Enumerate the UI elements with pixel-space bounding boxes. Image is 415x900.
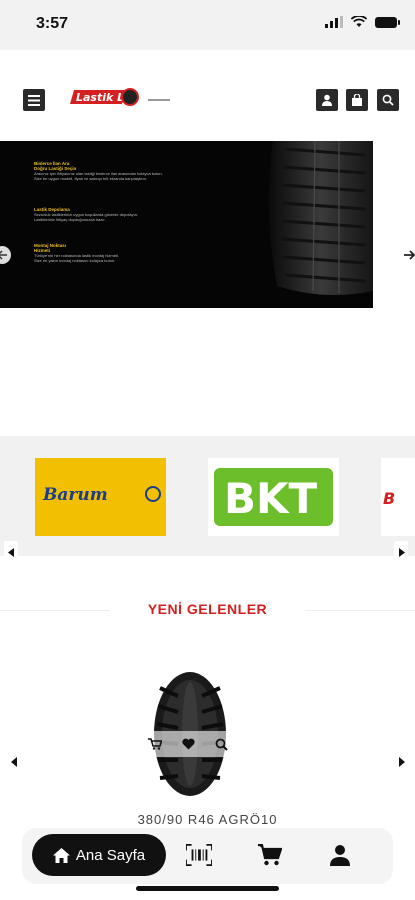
- arrow-left-icon: [0, 246, 11, 264]
- shopping-cart-icon: [258, 844, 282, 866]
- person-icon: [330, 845, 350, 866]
- brand-name: Barum: [42, 485, 108, 505]
- battery-icon: [375, 16, 400, 28]
- bkt-logo: BKT: [208, 458, 339, 536]
- bridgestone-logo: B: [381, 458, 415, 536]
- barcode-scanner-icon: [186, 844, 212, 866]
- slider-prev-arrow[interactable]: [0, 244, 12, 271]
- brand-bridgestone-card[interactable]: B: [381, 458, 415, 536]
- brand-name: B: [383, 489, 395, 508]
- caret-left-icon: [11, 757, 17, 767]
- section-title: YENİ GELENLER: [147, 601, 268, 617]
- clock: 3:57: [36, 15, 69, 32]
- cart-tab[interactable]: [257, 842, 283, 868]
- product-name[interactable]: 380/90 R46 AGRÖ10: [0, 812, 415, 827]
- home-tab[interactable]: Ana Sayfa: [32, 834, 166, 876]
- signal-icon: [325, 16, 343, 28]
- brand-carousel: Barum BKT B: [0, 436, 415, 563]
- caret-right-icon: [399, 757, 405, 767]
- wifi-icon: [351, 16, 367, 27]
- arrow-right-icon: [404, 250, 415, 260]
- slide-text: Lastikleriniz ihtiyaç duyduğunuzda hazır…: [34, 217, 106, 222]
- product-actions: [138, 731, 238, 757]
- status-bar: 3:57: [0, 0, 415, 50]
- caret-right-icon: [398, 547, 405, 557]
- barum-logo: Barum: [35, 458, 166, 536]
- brand-next-button[interactable]: [394, 541, 408, 563]
- product-prev-arrow[interactable]: [11, 756, 18, 770]
- slide-block-1: Binlerce İlan Ara Doğru Lastiği Seçin Ar…: [34, 161, 214, 181]
- caret-left-icon: [7, 547, 14, 557]
- slide-block-2: Lastik Depolama Sezonluk lastiklerinizi …: [34, 207, 224, 222]
- menu-button[interactable]: [23, 89, 45, 111]
- barcode-scan-tab[interactable]: [186, 842, 212, 868]
- bottom-navigation: Ana Sayfa: [22, 828, 393, 884]
- add-to-cart-icon[interactable]: [148, 738, 162, 750]
- slide-text: Size en yakın montaj noktasını kolayca b…: [34, 258, 116, 263]
- search-icon: [382, 94, 394, 106]
- account-button[interactable]: [316, 89, 338, 111]
- quick-view-search-icon[interactable]: [215, 738, 228, 751]
- slide-text: Size en uygun modeli, fiyatı ve satıcıyı…: [34, 176, 147, 181]
- brand-bkt-card[interactable]: BKT: [208, 458, 339, 536]
- search-button[interactable]: [377, 89, 399, 111]
- cart-button[interactable]: [346, 89, 368, 111]
- tire-image: [268, 141, 373, 295]
- home-indicator: [136, 886, 279, 891]
- brand-barum-card[interactable]: Barum: [35, 458, 166, 536]
- home-tab-label: Ana Sayfa: [75, 846, 146, 864]
- hamburger-icon: [28, 94, 40, 106]
- brand-prev-button[interactable]: [4, 541, 18, 563]
- product-next-arrow[interactable]: [398, 756, 405, 770]
- user-icon: [322, 94, 332, 106]
- shopping-bag-icon: [352, 94, 362, 106]
- home-icon: [52, 847, 70, 863]
- brand-name: BKT: [224, 474, 318, 523]
- hero-slider[interactable]: Binlerce İlan Ara Doğru Lastiği Seçin Ar…: [0, 141, 373, 308]
- favorite-heart-icon[interactable]: [182, 738, 195, 750]
- status-icons: [325, 16, 400, 28]
- slide-block-3: Montaj Noktası Hizmeti Türkiye'nin her n…: [34, 243, 204, 263]
- slider-next-arrow[interactable]: [404, 244, 415, 271]
- profile-tab[interactable]: [327, 842, 353, 868]
- app-header: Lastik Let: [0, 50, 415, 140]
- lastiklet-logo[interactable]: Lastik Let: [68, 86, 174, 108]
